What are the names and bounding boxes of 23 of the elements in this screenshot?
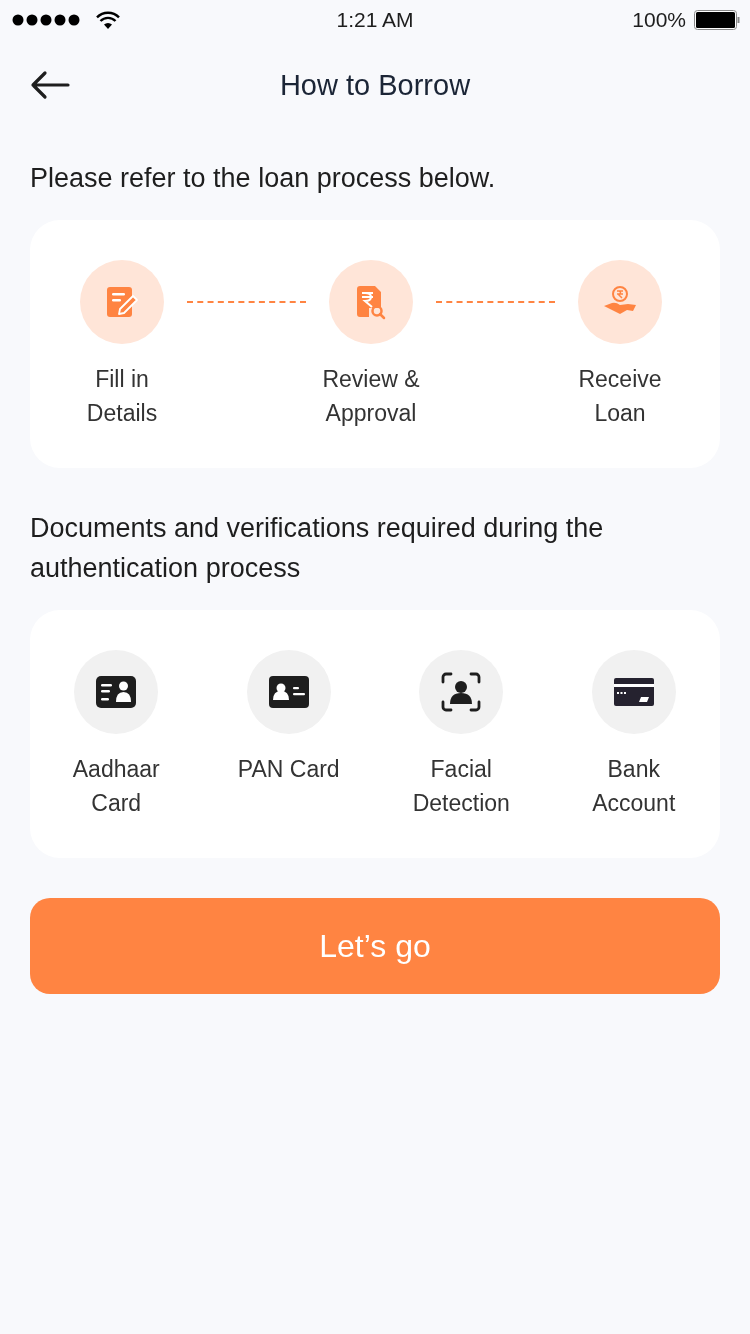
battery-percent: 100% xyxy=(632,8,686,32)
lets-go-button[interactable]: Let’s go xyxy=(30,898,720,994)
edit-form-icon xyxy=(104,284,140,320)
status-time: 1:21 AM xyxy=(336,8,414,31)
step-label: Receive Loan xyxy=(577,365,663,428)
step-label: Fill in Details xyxy=(85,365,159,428)
section-heading: Please refer to the loan process below. xyxy=(29,162,497,195)
signal-icon xyxy=(12,14,80,26)
face-scan-icon xyxy=(441,672,482,712)
document-label: PAN Card xyxy=(236,755,341,784)
document-label: Aadhaar Card xyxy=(71,755,161,818)
bank-card-icon xyxy=(613,678,654,706)
wifi-icon xyxy=(96,11,120,29)
battery-icon xyxy=(694,10,740,30)
step-label: Review & Approval xyxy=(321,365,421,428)
page-title: How to Borrow xyxy=(279,68,471,101)
back-button[interactable] xyxy=(30,70,70,100)
back-arrow-icon xyxy=(30,70,70,100)
id-card-icon xyxy=(268,676,309,708)
document-label: Bank Account xyxy=(591,755,677,818)
section-heading: Documents and verifications required during the authentication process xyxy=(29,512,605,585)
document-label: Facial Detection xyxy=(411,755,511,818)
id-card-icon xyxy=(96,676,137,708)
